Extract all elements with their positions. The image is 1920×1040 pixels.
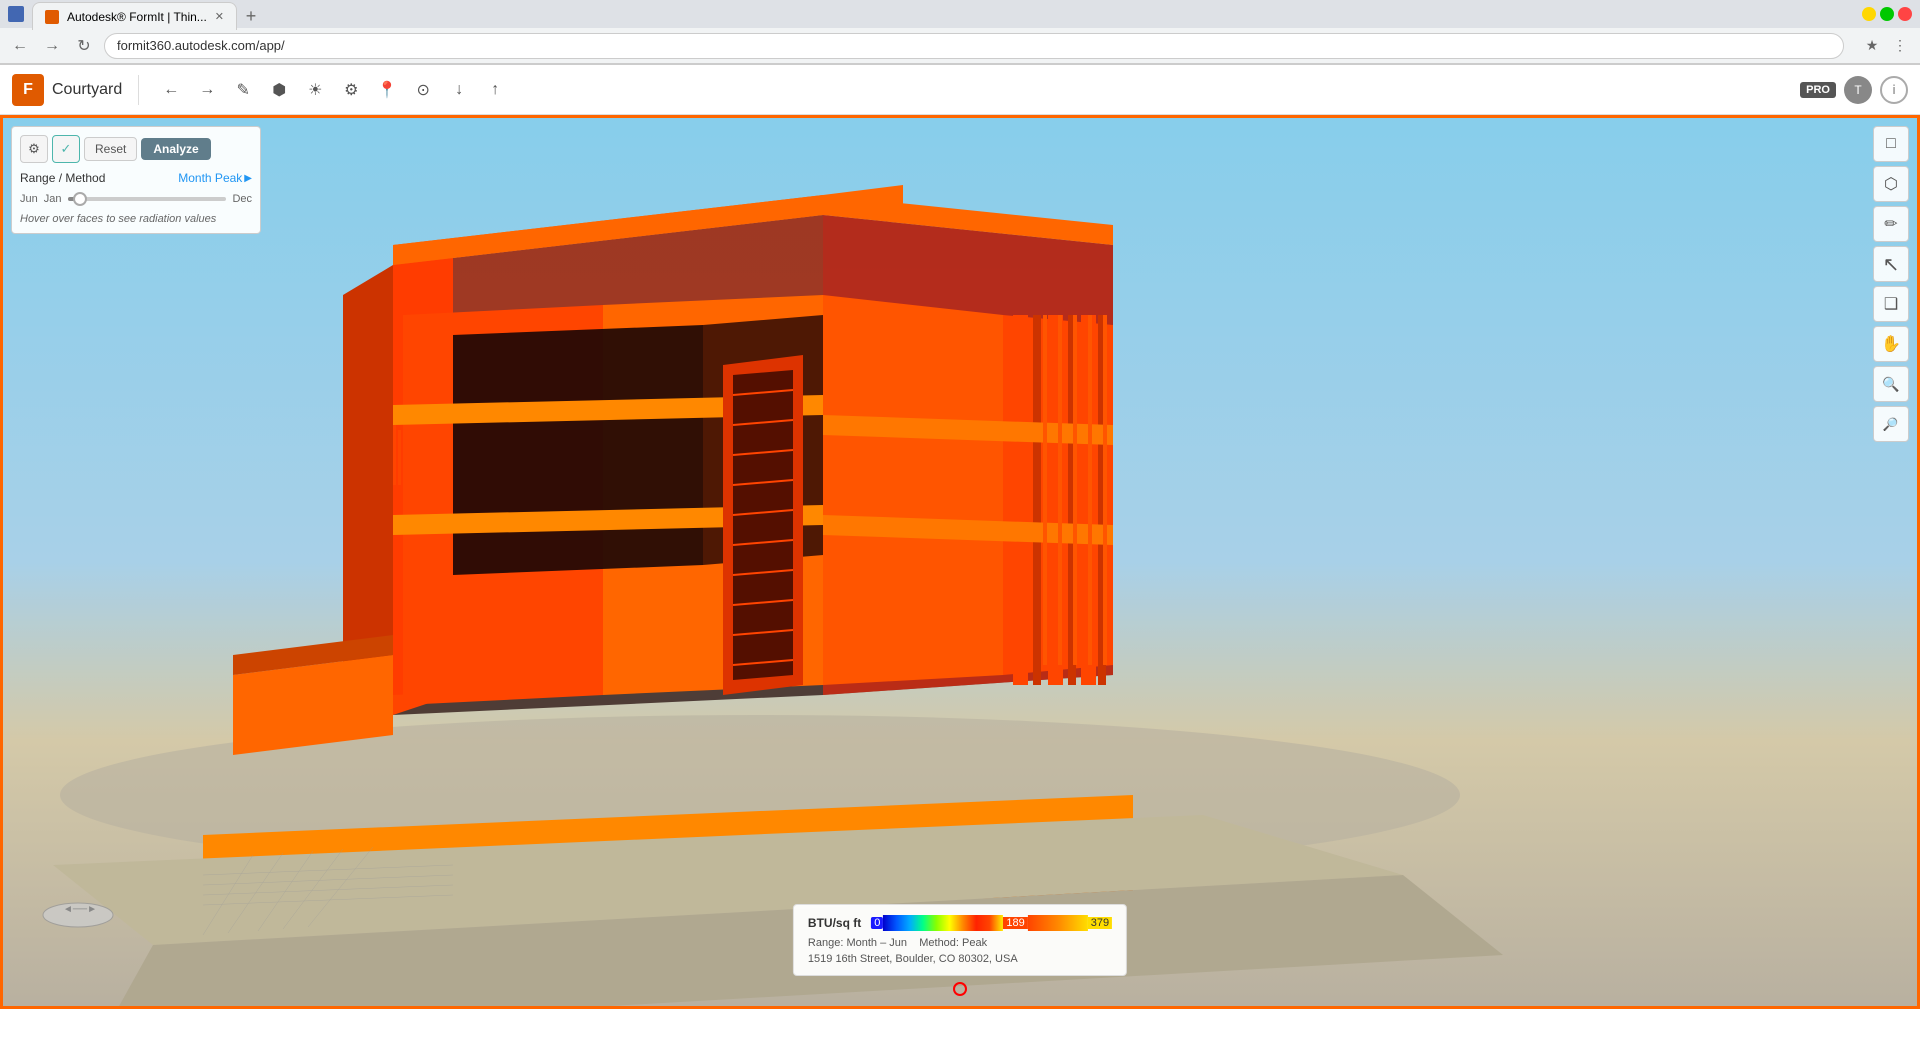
settings-icon: ⚙ — [28, 141, 40, 157]
month-slider-row: Jun Jan Dec — [20, 193, 252, 205]
header-right: PRO T i — [1800, 76, 1908, 104]
app-header: F Courtyard ← → ✎ ⬢ ☀ ⚙ 📍 ⊙ ↓ ↑ PRO T i — [0, 65, 1920, 115]
slider-thumb[interactable] — [73, 192, 87, 206]
svg-text:◄──►: ◄──► — [63, 904, 97, 915]
minimize-button[interactable] — [1862, 7, 1876, 21]
refresh-button[interactable]: ↻ — [72, 34, 96, 58]
url-input[interactable]: formit360.autodesk.com/app/ — [104, 33, 1844, 59]
tab-favicon — [45, 10, 59, 24]
range-method-row: Range / Method Month Peak ▶ — [20, 171, 252, 185]
legend-address-text: 1519 16th Street, Boulder, CO 80302, USA — [808, 953, 1112, 965]
3d-view-button[interactable]: ⬡ — [1873, 166, 1909, 202]
main-viewport[interactable]: ◄──► ⚙ ✓ Reset Analyze Range / Method Mo… — [0, 115, 1920, 1009]
month-start-label: Jun — [20, 193, 38, 205]
app-title: Courtyard — [52, 81, 122, 99]
bookmark-star-icon[interactable]: ★ — [1860, 34, 1884, 58]
address-bar: ← → ↻ formit360.autodesk.com/app/ ★ ⋮ — [0, 28, 1920, 64]
browser-menu-icon[interactable]: ⋮ — [1888, 34, 1912, 58]
forward-button[interactable]: → — [40, 34, 64, 58]
arrow-tool-icon: ↖ — [1883, 252, 1900, 277]
legend-method: Method: Peak — [919, 937, 987, 949]
bottom-indicator — [953, 982, 967, 996]
info-button[interactable]: i — [1880, 76, 1908, 104]
zoom-in-button[interactable]: 🔍 — [1873, 366, 1909, 402]
undo-button[interactable]: ← — [155, 74, 187, 106]
range-method-label: Range / Method — [20, 171, 105, 185]
location-button[interactable]: 📍 — [371, 74, 403, 106]
download-button[interactable]: ↓ — [443, 74, 475, 106]
slider-left-label: Jan — [44, 193, 62, 205]
maximize-button[interactable] — [1880, 7, 1894, 21]
fit-view-button[interactable]: □ — [1873, 126, 1909, 162]
settings-button[interactable]: ⚙ — [335, 74, 367, 106]
redo-button[interactable]: → — [191, 74, 223, 106]
sketch-button[interactable]: ✎ — [227, 74, 259, 106]
pro-badge: PRO — [1800, 82, 1836, 98]
3d-cube-icon: ⬡ — [1884, 174, 1898, 194]
method-arrow-icon: ▶ — [244, 173, 252, 184]
user-initial: T — [1854, 83, 1861, 97]
settings-panel-button[interactable]: ⚙ — [20, 135, 48, 163]
app-logo-letter: F — [23, 81, 33, 99]
zoom-out-button[interactable]: 🔎 — [1873, 406, 1909, 442]
target-button[interactable]: ⊙ — [407, 74, 439, 106]
month-slider-track[interactable] — [68, 197, 227, 201]
app-logo: F — [12, 74, 44, 106]
pencil-tool-icon: ✏ — [1884, 214, 1897, 234]
building-scene: ◄──► — [3, 118, 1917, 1006]
title-bar: Autodesk® FormIt | Thin... ✕ + — [0, 0, 1920, 28]
zoom-out-icon: 🔎 — [1883, 416, 1899, 431]
legend-value-mid: 189 — [1003, 917, 1027, 929]
pan-button[interactable]: ✋ — [1873, 326, 1909, 362]
back-button[interactable]: ← — [8, 34, 32, 58]
legend-value-max: 379 — [1088, 917, 1112, 929]
sun-button[interactable]: ☀ — [299, 74, 331, 106]
reset-button[interactable]: Reset — [84, 137, 137, 161]
legend-color-bar-2 — [1028, 915, 1088, 931]
url-text: formit360.autodesk.com/app/ — [117, 38, 285, 53]
header-tools: ← → ✎ ⬢ ☀ ⚙ 📍 ⊙ ↓ ↑ — [155, 74, 511, 106]
zoom-in-icon: 🔍 — [1882, 376, 1899, 393]
method-value-text: Month Peak — [178, 171, 242, 185]
legend-title-row: BTU/sq ft 0 189 379 — [808, 915, 1112, 931]
orbit-button[interactable]: ❑ — [1873, 286, 1909, 322]
user-avatar[interactable]: T — [1844, 76, 1872, 104]
legend-value-0: 0 — [871, 917, 883, 929]
fit-view-icon: □ — [1886, 135, 1896, 153]
draw-button[interactable]: ✏ — [1873, 206, 1909, 242]
new-tab-button[interactable]: + — [237, 2, 265, 30]
orbit-icon: ❑ — [1884, 294, 1898, 314]
info-symbol: i — [1892, 82, 1896, 97]
check-icon: ✓ — [61, 141, 72, 157]
legend-range: Range: Month – Jun — [808, 937, 907, 949]
hand-tool-icon: ✋ — [1881, 334, 1901, 354]
legend-panel: BTU/sq ft 0 189 379 Range: Month – Jun M… — [793, 904, 1127, 976]
legend-color-bar — [883, 915, 1003, 931]
legend-unit-label: BTU/sq ft — [808, 916, 861, 930]
analyze-button[interactable]: Analyze — [141, 138, 210, 160]
select-button[interactable]: ↖ — [1873, 246, 1909, 282]
right-tool-panel: □ ⬡ ✏ ↖ ❑ ✋ 🔍 🔎 — [1873, 126, 1909, 442]
panel-toolbar: ⚙ ✓ Reset Analyze — [20, 135, 252, 163]
close-button[interactable] — [1898, 7, 1912, 21]
hover-hint-text: Hover over faces to see radiation values — [20, 213, 252, 225]
active-tab[interactable]: Autodesk® FormIt | Thin... ✕ — [32, 2, 237, 30]
browser-favicon — [8, 6, 24, 22]
tab-title: Autodesk® FormIt | Thin... — [67, 10, 207, 24]
method-value-link[interactable]: Month Peak ▶ — [178, 171, 252, 185]
check-panel-button[interactable]: ✓ — [52, 135, 80, 163]
header-divider — [138, 75, 139, 105]
legend-range-text: Range: Month – Jun Method: Peak — [808, 937, 1112, 949]
tab-close-button[interactable]: ✕ — [215, 10, 224, 23]
upload-button[interactable]: ↑ — [479, 74, 511, 106]
left-control-panel: ⚙ ✓ Reset Analyze Range / Method Month P… — [11, 126, 261, 234]
slider-right-label: Dec — [232, 193, 252, 205]
solid-button[interactable]: ⬢ — [263, 74, 295, 106]
